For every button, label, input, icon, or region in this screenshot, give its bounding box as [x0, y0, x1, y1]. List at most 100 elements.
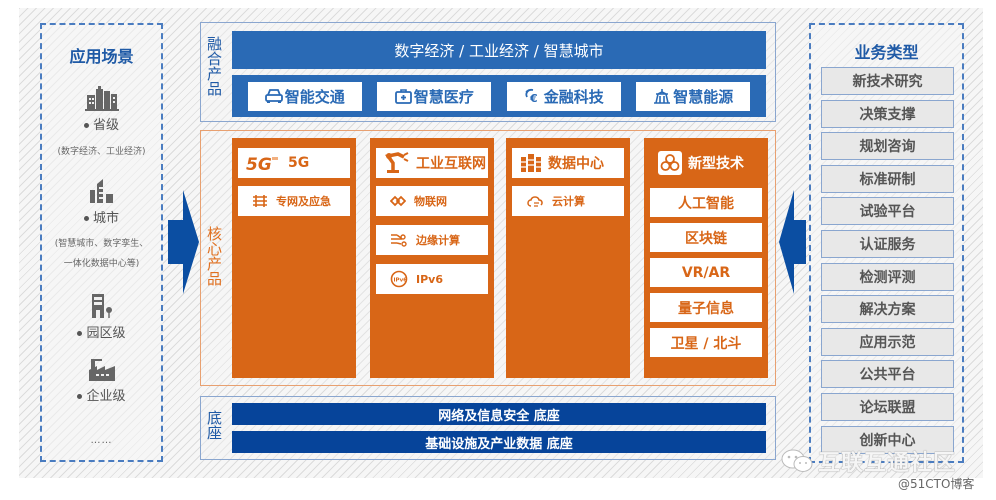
core-column-data-center: 数据中心 云计算 — [506, 138, 630, 378]
sub-item[interactable]: 云计算 — [512, 186, 624, 216]
bullet-icon — [83, 216, 89, 221]
tech-circles-icon — [658, 151, 682, 175]
business-type-item[interactable]: 检测评测 — [821, 262, 954, 291]
section-label: 融合产品 — [205, 36, 223, 96]
sub-item-label: 物联网 — [414, 195, 447, 208]
column-title: 5G — [288, 155, 310, 171]
business-type-item[interactable]: 新技术研究 — [821, 67, 954, 95]
sub-item[interactable]: 边缘计算 — [376, 225, 488, 255]
scene-note: 一体化数据中心等) — [63, 259, 140, 269]
ipv6-globe-icon: IPv6 — [390, 270, 408, 288]
credit-text: @51CTO博客 — [898, 477, 975, 491]
section-label: 核心产品 — [205, 226, 223, 286]
scene-enterprise: 企业级 — [42, 358, 161, 404]
business-type-item[interactable]: 应用示范 — [821, 327, 954, 356]
scene-note: (数字经济、工业经济) — [57, 147, 146, 157]
fusion-items-row: 智能交通 智慧医疗 € 金融科技 智慧能源 — [232, 75, 766, 117]
robot-arm-icon — [385, 152, 409, 173]
medical-kit-icon — [394, 89, 412, 104]
column-header[interactable]: 工业互联网 — [376, 148, 488, 178]
business-type-item[interactable]: 标准研制 — [821, 164, 954, 193]
scene-park: 园区级 — [42, 293, 161, 341]
core-products-section: 核心产品 5G 5G 专网及应急 工业互联网 物联网 边缘计算 IPv6 IPv… — [200, 130, 776, 386]
scene-city: 城市 (智慧城市、数字孪生、 一体化数据中心等) — [42, 178, 161, 274]
sub-item[interactable]: 专网及应急 — [238, 186, 350, 216]
column-header[interactable]: 数据中心 — [512, 148, 624, 178]
tech-item[interactable]: 卫星 / 北斗 — [650, 328, 762, 357]
base-bar-infrastructure: 基础设施及产业数据 底座 — [232, 431, 766, 453]
column-title: 数据中心 — [548, 156, 604, 172]
fusion-item-smart-energy[interactable]: 智慧能源 — [636, 81, 751, 111]
business-type-item[interactable]: 解决方案 — [821, 295, 954, 324]
sub-item-label: 云计算 — [552, 195, 585, 208]
business-type-item[interactable]: 论坛联盟 — [821, 393, 954, 421]
bullet-icon — [77, 331, 83, 336]
fusion-item-label: 智慧能源 — [673, 87, 734, 106]
scene-label: 省级 — [92, 118, 119, 133]
ellipsis: …… — [90, 435, 113, 446]
base-section: 底座 网络及信息安全 底座 基础设施及产业数据 底座 — [200, 396, 776, 460]
bullet-icon — [83, 123, 89, 128]
server-rack-icon — [521, 154, 541, 172]
arrow-left-icon — [779, 190, 806, 294]
business-type-item[interactable]: 试验平台 — [821, 197, 954, 226]
fusion-item-label: 金融科技 — [543, 87, 604, 106]
business-type-item[interactable]: 规划咨询 — [821, 132, 954, 161]
section-label: 底座 — [205, 410, 223, 440]
sub-item-label: 专网及应急 — [276, 195, 331, 208]
base-bar-network-security: 网络及信息安全 底座 — [232, 403, 766, 425]
private-network-icon — [253, 195, 267, 207]
svg-text:5G: 5G — [246, 155, 272, 172]
5g-logo-icon: 5G — [246, 155, 278, 172]
sub-item-label: IPv6 — [416, 272, 443, 286]
cloud-icon — [527, 196, 543, 207]
tech-item[interactable]: 量子信息 — [650, 293, 762, 322]
scene-label: 园区级 — [86, 326, 126, 341]
svg-text:€: € — [529, 92, 538, 104]
fusion-item-fintech[interactable]: € 金融科技 — [506, 81, 621, 111]
buildings-icon — [84, 86, 119, 111]
core-column-industrial-internet: 工业互联网 物联网 边缘计算 IPv6 IPv6 — [370, 138, 494, 378]
factory-icon — [88, 359, 115, 381]
core-column-new-tech: 新型技术 人工智能 区块链 VR/AR 量子信息 卫星 / 北斗 — [644, 138, 768, 378]
watermark-text: 互联互通社区 — [818, 451, 957, 476]
column-header[interactable]: 5G 5G — [238, 148, 350, 178]
city-icon — [89, 179, 113, 203]
watermark: 互联互通社区 — [780, 445, 956, 477]
business-types-panel: 业务类型 新技术研究决策支撑规划咨询标准研制试验平台认证服务检测评测解决方案应用… — [809, 23, 964, 463]
core-column-5g: 5G 5G 专网及应急 — [232, 138, 356, 378]
car-icon — [264, 89, 283, 103]
tech-item[interactable]: 人工智能 — [650, 188, 762, 217]
scene-label: 城市 — [92, 211, 119, 226]
iot-icon — [390, 195, 406, 207]
finance-icon: € — [525, 88, 538, 104]
fusion-item-smart-transport[interactable]: 智能交通 — [247, 81, 362, 111]
panel-title: 应用场景 — [69, 47, 134, 66]
scene-note: (智慧城市、数字孪生、 — [54, 239, 149, 249]
arrow-right-icon — [168, 190, 199, 294]
business-type-item[interactable]: 认证服务 — [821, 230, 954, 258]
fusion-products-section: 融合产品 数字经济 / 工业经济 / 智慧城市 智能交通 智慧医疗 € 金融科技… — [200, 22, 776, 122]
column-title: 工业互联网 — [416, 156, 486, 172]
svg-text:IPv6: IPv6 — [394, 278, 408, 284]
business-type-item[interactable]: 决策支撑 — [821, 99, 954, 128]
panel-title: 业务类型 — [854, 43, 919, 62]
sub-item-label: 边缘计算 — [416, 234, 460, 247]
fusion-banner: 数字经济 / 工业经济 / 智慧城市 — [232, 31, 766, 69]
sub-item[interactable]: 物联网 — [376, 186, 488, 216]
fusion-item-label: 智能交通 — [284, 87, 345, 106]
scene-label: 企业级 — [86, 389, 126, 404]
column-title: 新型技术 — [688, 156, 744, 172]
fusion-item-label: 智慧医疗 — [413, 87, 474, 106]
business-type-item[interactable]: 公共平台 — [821, 360, 954, 389]
bullet-icon — [77, 394, 83, 399]
tech-item[interactable]: 区块链 — [650, 223, 762, 252]
fusion-item-smart-medical[interactable]: 智慧医疗 — [377, 81, 492, 111]
wechat-icon — [781, 449, 813, 472]
sub-item[interactable]: IPv6 IPv6 — [376, 264, 488, 294]
column-header[interactable]: 新型技术 — [650, 148, 762, 178]
energy-tower-icon — [654, 88, 671, 104]
tech-item[interactable]: VR/AR — [650, 258, 762, 287]
park-icon — [91, 294, 112, 318]
edge-computing-icon — [391, 234, 407, 247]
